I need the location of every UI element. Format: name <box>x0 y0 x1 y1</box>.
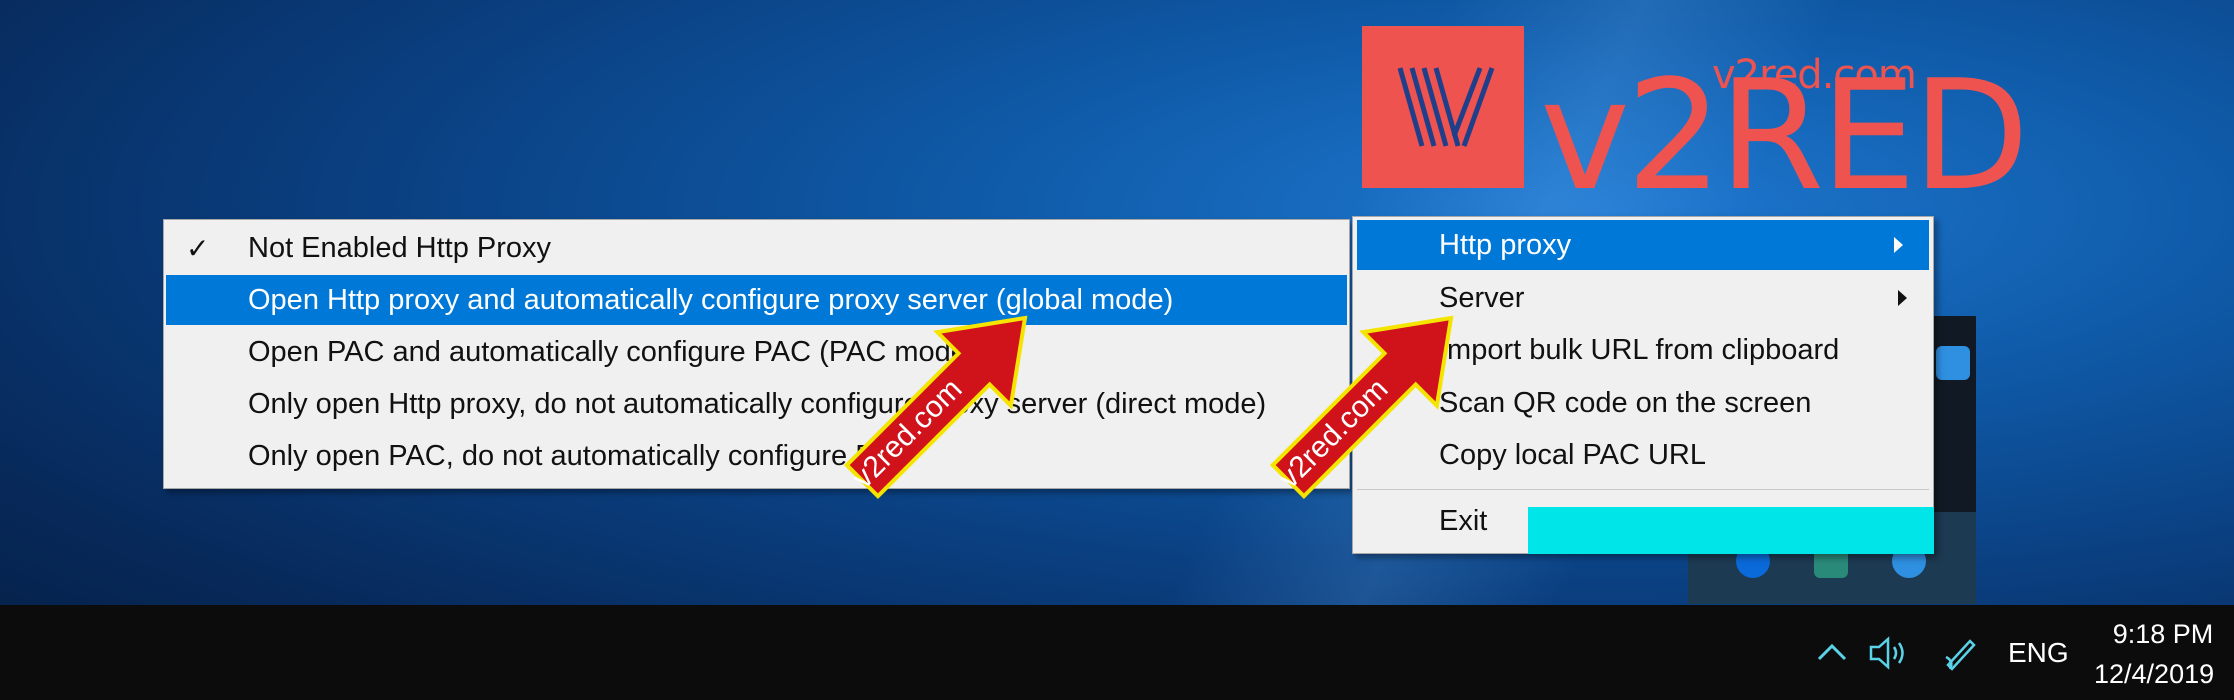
submenu-item-label: Only open Http proxy, do not automatical… <box>248 387 1267 420</box>
submenu-item-global-mode[interactable]: Open Http proxy and automatically config… <box>166 275 1347 325</box>
submenu-item-pac-only[interactable]: Only open PAC, do not automatically conf… <box>164 431 1349 481</box>
submenu-arrow-icon <box>1898 290 1907 306</box>
flyout-edge <box>1932 316 1976 512</box>
http-proxy-submenu: ✓ Not Enabled Http Proxy Open Http proxy… <box>163 219 1350 489</box>
watermark-text: v2red.com <box>846 372 968 494</box>
menu-item-label: Http proxy <box>1439 228 1572 261</box>
watermark-arrow-2: v2red.com <box>1269 315 1454 500</box>
pen-icon[interactable] <box>1940 633 1980 673</box>
logo-wordmark: v2RED <box>1540 47 2029 224</box>
submenu-arrow-icon <box>1894 237 1903 253</box>
submenu-item-pac-mode[interactable]: Open PAC and automatically configure PAC… <box>164 327 1349 377</box>
clock-time[interactable]: 9:18 PM <box>2108 619 2218 650</box>
menu-item-label: Import bulk URL from clipboard <box>1439 333 1840 366</box>
checkmark-icon: ✓ <box>186 232 210 264</box>
menu-item-label: Scan QR code on the screen <box>1439 386 1812 419</box>
submenu-item-label: Only open PAC, do not automatically conf… <box>248 439 913 472</box>
submenu-item-direct-mode[interactable]: Only open Http proxy, do not automatical… <box>164 379 1349 429</box>
watermark-text: v2red.com <box>1272 372 1394 494</box>
submenu-item-not-enabled[interactable]: ✓ Not Enabled Http Proxy <box>164 223 1349 273</box>
bluetooth-icon[interactable] <box>1936 346 1970 380</box>
clock-date[interactable]: 12/4/2019 <box>2094 659 2214 690</box>
v2red-logo-mark <box>1362 26 1524 188</box>
chevron-up-icon[interactable] <box>1816 641 1848 663</box>
submenu-item-label: Not Enabled Http Proxy <box>248 231 552 264</box>
speaker-icon[interactable] <box>1868 635 1912 671</box>
taskbar: ENG 9:18 PM 12/4/2019 <box>0 605 2234 700</box>
watermark-arrow-1: v2red.com <box>843 315 1028 500</box>
language-indicator[interactable]: ENG <box>2008 637 2069 669</box>
menu-item-http-proxy[interactable]: Http proxy <box>1357 220 1929 270</box>
redaction-block <box>1528 507 1934 554</box>
